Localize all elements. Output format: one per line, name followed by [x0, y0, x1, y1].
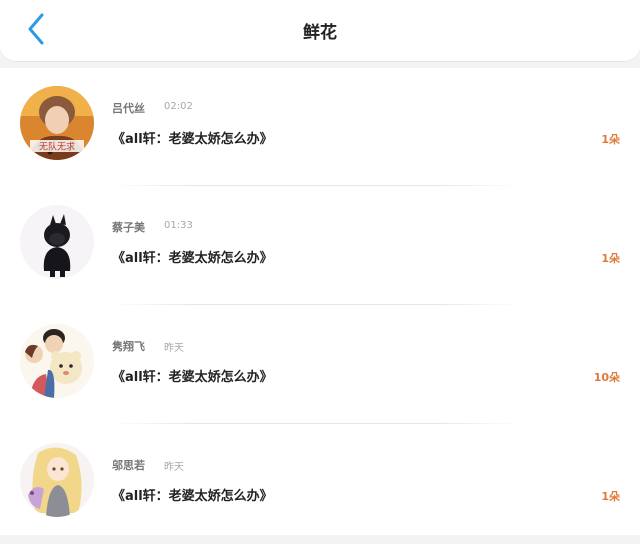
flower-count: 1朵	[601, 490, 620, 503]
svg-text:无队无求: 无队无求	[39, 141, 75, 153]
timestamp: 01:33	[164, 220, 193, 231]
divider	[112, 304, 520, 305]
list-item[interactable]: 蔡子美 01:33 《all轩：老婆太娇怎么办》 1朵	[0, 187, 640, 306]
avatar[interactable]	[20, 324, 94, 398]
list-item[interactable]: 无队无求 吕代丝 02:02 《all轩：老婆太娇怎么办》 1朵	[0, 68, 640, 187]
book-title[interactable]: 《all轩：老婆太娇怎么办》	[112, 485, 273, 504]
avatar[interactable]	[20, 205, 94, 279]
book-title[interactable]: 《all轩：老婆太娇怎么办》	[112, 128, 273, 147]
divider	[112, 185, 520, 186]
book-title[interactable]: 《all轩：老婆太娇怎么办》	[112, 366, 273, 385]
top-bar: 鲜花	[0, 0, 640, 62]
flower-count: 1朵	[601, 133, 620, 146]
user-name: 吕代丝	[112, 102, 145, 115]
user-name: 隽翔飞	[112, 340, 145, 353]
flower-count: 10朵	[593, 371, 620, 384]
avatar[interactable]: 无队无求	[20, 86, 94, 160]
book-title[interactable]: 《all轩：老婆太娇怎么办》	[112, 247, 273, 266]
avatar[interactable]	[20, 443, 94, 517]
flower-list: 无队无求 吕代丝 02:02 《all轩：老婆太娇怎么办》 1朵 蔡子美 01:…	[0, 68, 640, 535]
timestamp: 02:02	[164, 101, 193, 112]
flower-count: 1朵	[601, 252, 620, 265]
timestamp: 昨天	[164, 343, 184, 354]
timestamp: 昨天	[164, 462, 184, 473]
list-item[interactable]: 隽翔飞 昨天 《all轩：老婆太娇怎么办》 10朵	[0, 306, 640, 425]
user-name: 邬思若	[112, 459, 145, 472]
user-name: 蔡子美	[112, 221, 145, 234]
list-item[interactable]: 邬思若 昨天 《all轩：老婆太娇怎么办》 1朵	[0, 425, 640, 544]
page-title: 鲜花	[303, 23, 337, 43]
divider	[112, 423, 520, 424]
